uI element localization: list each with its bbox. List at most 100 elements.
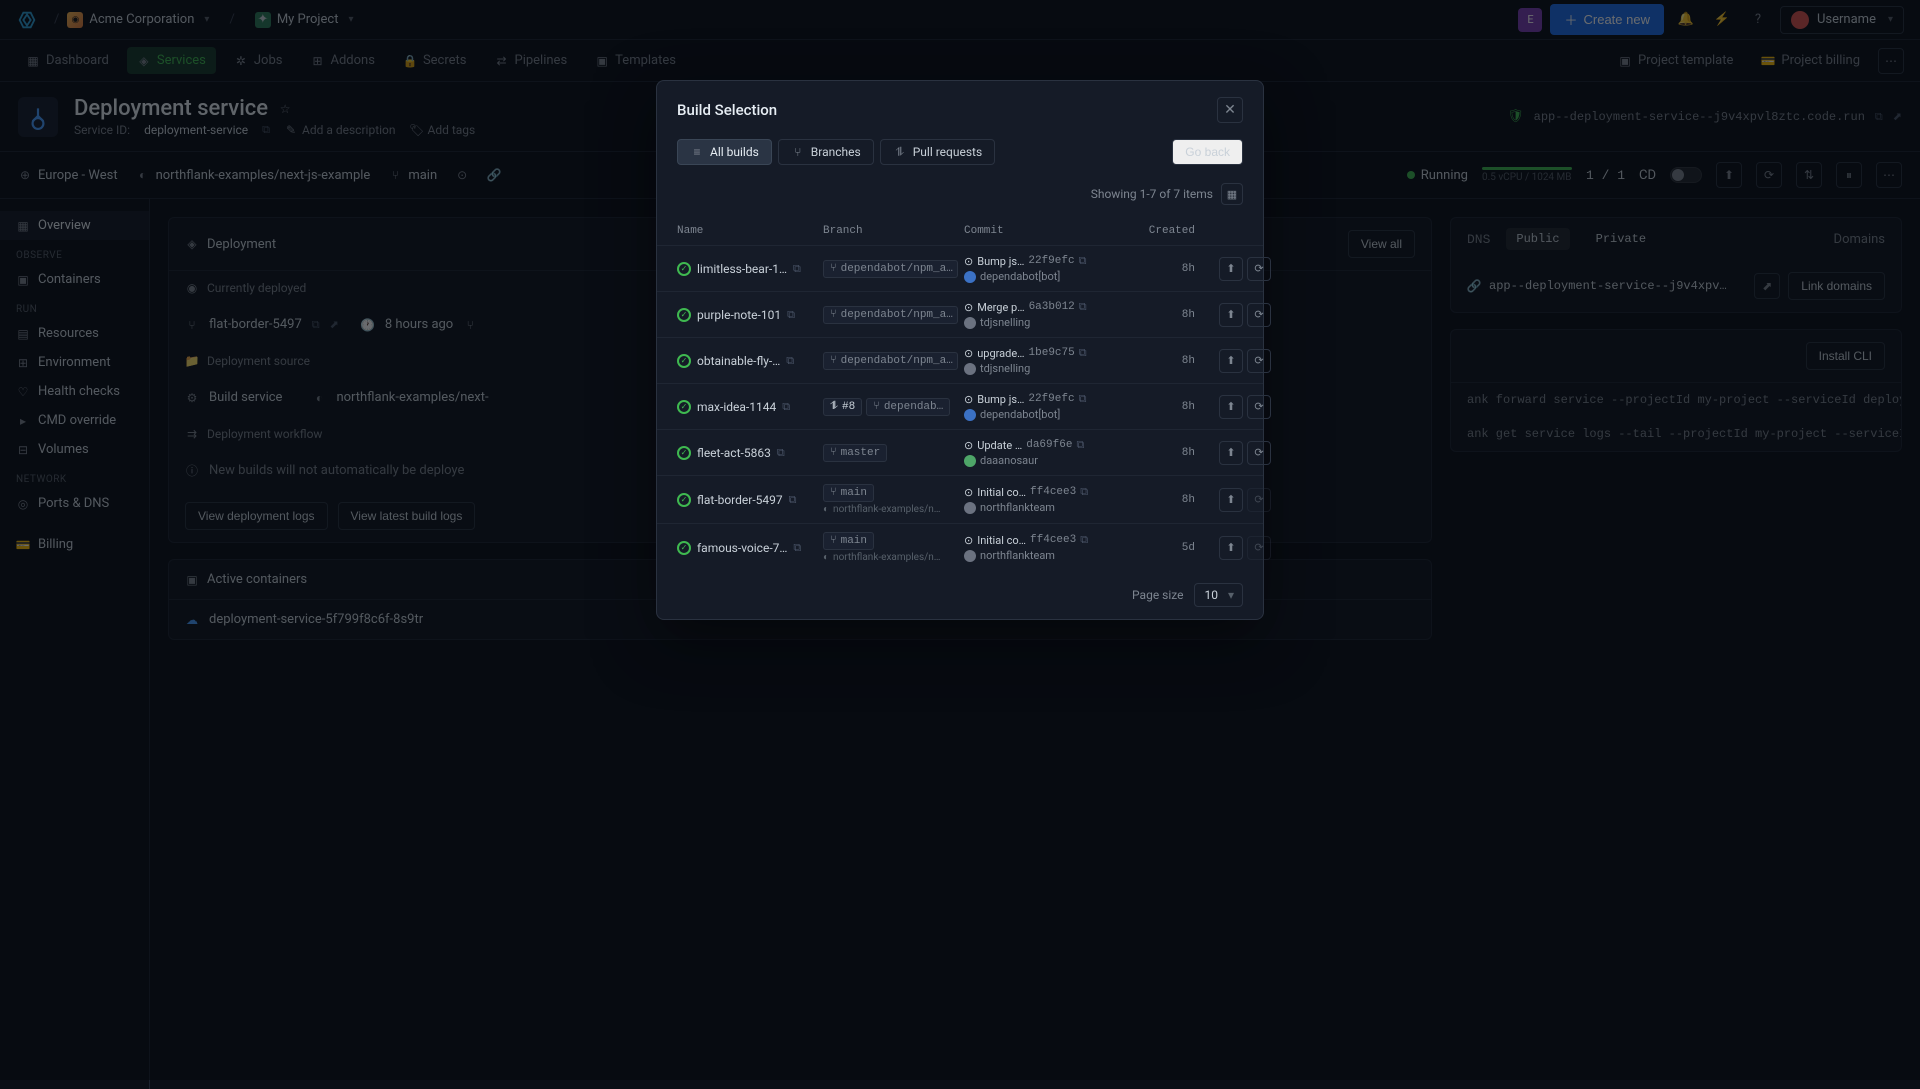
- branch-chip[interactable]: ⑂master: [823, 444, 887, 462]
- restart-icon: ⟳: [1247, 488, 1271, 512]
- status-success-icon: [677, 446, 691, 460]
- copy-icon[interactable]: ⧉: [1076, 438, 1084, 452]
- author-avatar-icon: [964, 409, 976, 421]
- deploy-icon[interactable]: ⬆: [1219, 488, 1243, 512]
- table-header: Name Branch Commit Created: [657, 217, 1263, 245]
- author-avatar-icon: [964, 271, 976, 283]
- table-row[interactable]: max-idea-1144⧉⥮#8⑂dependab…⊙Bump js… 22f…: [657, 383, 1263, 429]
- author-avatar-icon: [964, 502, 976, 514]
- table-row[interactable]: famous-voice-7…⧉⑂main◐northflank-example…: [657, 523, 1263, 571]
- commit-author: tdjsnelling: [980, 316, 1030, 329]
- pr-chip[interactable]: ⥮#8: [823, 398, 862, 416]
- table-row[interactable]: obtainable-fly-…⧉⑂dependabot/npm_a…⊙upgr…: [657, 337, 1263, 383]
- restart-icon: ⟳: [1247, 536, 1271, 560]
- deploy-icon[interactable]: ⬆: [1219, 395, 1243, 419]
- deploy-icon[interactable]: ⬆: [1219, 303, 1243, 327]
- deploy-icon[interactable]: ⬆: [1219, 441, 1243, 465]
- commit-icon: ⊙: [964, 255, 973, 268]
- commit-hash[interactable]: 22f9efc: [1028, 255, 1074, 267]
- copy-icon[interactable]: ⧉: [1079, 346, 1087, 360]
- copy-icon[interactable]: ⧉: [1080, 533, 1088, 547]
- branch-chip[interactable]: ⑂dependabot/npm_a…: [823, 306, 958, 324]
- deploy-icon[interactable]: ⬆: [1219, 536, 1243, 560]
- copy-icon[interactable]: ⧉: [789, 493, 797, 507]
- deploy-icon[interactable]: ⬆: [1219, 257, 1243, 281]
- table-row[interactable]: flat-border-5497⧉⑂main◐northflank-exampl…: [657, 475, 1263, 523]
- github-icon: ◐: [823, 504, 829, 515]
- status-success-icon: [677, 400, 691, 414]
- commit-msg: Bump js…: [977, 255, 1024, 268]
- table-row[interactable]: limitless-bear-1… ⧉ ⑂dependabot/npm_a… ⊙ Bum…: [657, 245, 1263, 291]
- copy-icon[interactable]: ⧉: [1079, 300, 1087, 314]
- created-time: 8h: [1135, 494, 1195, 506]
- table-row[interactable]: fleet-act-5863⧉⑂master⊙Update … da69f6e …: [657, 429, 1263, 475]
- commit-msg: upgrade…: [977, 347, 1024, 360]
- restart-icon[interactable]: ⟳: [1247, 395, 1271, 419]
- copy-icon[interactable]: ⧉: [1080, 485, 1088, 499]
- table-row[interactable]: purple-note-101⧉⑂dependabot/npm_a…⊙Merge…: [657, 291, 1263, 337]
- commit-msg: Initial co…: [977, 534, 1026, 547]
- commit-icon: ⊙: [964, 393, 973, 406]
- tab-pull-requests[interactable]: ⥮Pull requests: [880, 139, 995, 165]
- restart-icon[interactable]: ⟳: [1247, 441, 1271, 465]
- branch-icon: ⑂: [830, 355, 837, 367]
- copy-icon[interactable]: ⧉: [782, 400, 790, 414]
- copy-icon[interactable]: ⧉: [777, 446, 785, 460]
- copy-icon[interactable]: ⧉: [1079, 254, 1087, 268]
- close-icon[interactable]: ✕: [1217, 97, 1243, 123]
- copy-icon[interactable]: ⧉: [786, 354, 794, 368]
- created-time: 8h: [1135, 401, 1195, 413]
- tab-branches[interactable]: ⑂Branches: [778, 139, 874, 165]
- copy-icon[interactable]: ⧉: [793, 541, 801, 555]
- github-icon: ◐: [823, 552, 829, 563]
- commit-hash[interactable]: 1be9c75: [1029, 347, 1075, 359]
- branch-icon: ⑂: [830, 447, 837, 459]
- commit-icon: ⊙: [964, 486, 973, 499]
- commit-hash[interactable]: ff4cee3: [1030, 486, 1076, 498]
- created-time: 8h: [1135, 355, 1195, 367]
- pr-icon: ⥮: [893, 145, 907, 159]
- modal-backdrop[interactable]: Build Selection ✕ ≡All builds ⑂Branches …: [0, 0, 1920, 1080]
- build-name: flat-border-5497: [697, 493, 783, 507]
- showing-text: Showing 1-7 of 7 items: [1091, 187, 1213, 201]
- copy-icon[interactable]: ⧉: [1079, 392, 1087, 406]
- branch-icon: ⑂: [830, 487, 837, 499]
- build-name: limitless-bear-1…: [697, 262, 787, 276]
- commit-author: northflankteam: [980, 549, 1055, 562]
- commit-author: dependabot[bot]: [980, 408, 1060, 421]
- status-success-icon: [677, 541, 691, 555]
- restart-icon[interactable]: ⟳: [1247, 349, 1271, 373]
- go-back-button[interactable]: Go back: [1172, 139, 1243, 165]
- copy-icon[interactable]: ⧉: [787, 308, 795, 322]
- tab-all-builds[interactable]: ≡All builds: [677, 139, 772, 165]
- author-avatar-icon: [964, 455, 976, 467]
- commit-author: dependabot[bot]: [980, 270, 1060, 283]
- branch-chip[interactable]: ⑂main: [823, 484, 874, 502]
- branch-chip[interactable]: ⑂dependabot/npm_a…: [823, 352, 958, 370]
- commit-hash[interactable]: 6a3b012: [1029, 301, 1075, 313]
- pr-icon: ⥮: [830, 401, 838, 413]
- commit-icon: ⊙: [964, 534, 973, 547]
- restart-icon[interactable]: ⟳: [1247, 257, 1271, 281]
- deploy-icon[interactable]: ⬆: [1219, 349, 1243, 373]
- branch-chip[interactable]: ⑂dependab…: [866, 398, 950, 416]
- commit-hash[interactable]: ff4cee3: [1030, 534, 1076, 546]
- branch-chip[interactable]: ⑂dependabot/npm_a…: [823, 260, 958, 278]
- list-icon: ≡: [690, 145, 704, 159]
- commit-msg: Merge p…: [977, 301, 1024, 314]
- commit-hash[interactable]: 22f9efc: [1028, 393, 1074, 405]
- branch-chip[interactable]: ⑂main: [823, 532, 874, 550]
- branch-icon: ⑂: [791, 145, 805, 159]
- calendar-icon[interactable]: ▦: [1221, 183, 1243, 205]
- status-success-icon: [677, 308, 691, 322]
- modal-title: Build Selection: [677, 101, 777, 119]
- created-time: 8h: [1135, 447, 1195, 459]
- commit-hash[interactable]: da69f6e: [1026, 439, 1072, 451]
- page-size-select[interactable]: 10: [1194, 583, 1244, 607]
- copy-icon[interactable]: ⧉: [793, 262, 801, 276]
- commit-icon: ⊙: [964, 439, 973, 452]
- commit-author: daaanosaur: [980, 454, 1038, 467]
- created-time: 5d: [1135, 542, 1195, 554]
- restart-icon[interactable]: ⟳: [1247, 303, 1271, 327]
- build-name: obtainable-fly-…: [697, 354, 780, 368]
